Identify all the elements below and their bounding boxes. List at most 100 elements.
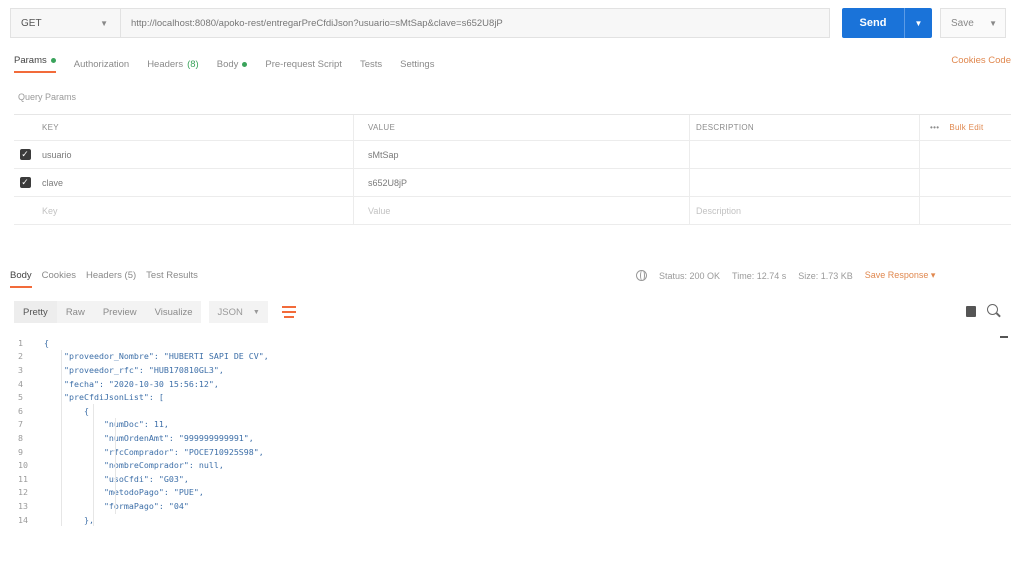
- description-placeholder[interactable]: Description: [690, 197, 920, 224]
- globe-icon[interactable]: [636, 270, 647, 281]
- code-line: 11 "usoCfdi": "G03",: [14, 472, 994, 486]
- code-line: 14 },: [14, 513, 994, 527]
- row-checkbox[interactable]: ✓: [14, 141, 36, 168]
- copy-icon[interactable]: [966, 306, 976, 317]
- tab-response-cookies[interactable]: Cookies: [42, 270, 76, 288]
- bulk-edit-link[interactable]: Bulk Edit: [949, 123, 983, 132]
- more-icon[interactable]: •••: [930, 123, 939, 132]
- send-button[interactable]: Send ▼: [842, 8, 932, 38]
- tab-test-results[interactable]: Test Results: [146, 270, 198, 288]
- chevron-down-icon[interactable]: ▼: [989, 19, 997, 28]
- line-number: 10: [18, 460, 28, 471]
- param-key[interactable]: clave: [36, 169, 354, 196]
- tab-headers[interactable]: Headers (8): [147, 55, 199, 73]
- line-number: 5: [18, 392, 23, 403]
- code-text: {: [44, 405, 89, 416]
- tab-count: (8): [187, 58, 199, 70]
- tab-body[interactable]: Body: [217, 55, 248, 73]
- format-preview[interactable]: Preview: [93, 301, 146, 323]
- code-line: 7 "numDoc": 11,: [14, 418, 994, 432]
- param-value[interactable]: s652U8jP: [354, 169, 690, 196]
- tab-label: Params: [14, 55, 47, 66]
- code-line: 10 "nombreComprador": null,: [14, 458, 994, 472]
- line-number: 8: [18, 432, 23, 443]
- search-icon[interactable]: [987, 304, 998, 315]
- line-number: 2: [18, 351, 23, 362]
- format-raw[interactable]: Raw: [56, 301, 94, 323]
- table-row-new: Key Value Description: [14, 197, 1011, 225]
- code-text: "formaPago": "04": [44, 500, 189, 511]
- tab-response-headers[interactable]: Headers (5): [86, 270, 136, 288]
- response-toolbar: Pretty Raw Preview Visualize JSON ▼: [14, 300, 300, 324]
- param-description[interactable]: [690, 141, 920, 168]
- param-value[interactable]: sMtSap: [354, 141, 690, 168]
- code-text: "numOrdenAmt": "999999999991",: [44, 432, 254, 443]
- value-placeholder[interactable]: Value: [354, 197, 690, 224]
- code-text: "proveedor_rfc": "HUB170810GL3",: [44, 364, 224, 375]
- code-line: 12 "metodoPago": "PUE",: [14, 486, 994, 500]
- line-number: 11: [18, 473, 28, 484]
- query-params-title: Query Params: [18, 92, 77, 102]
- tab-label: Authorization: [73, 58, 130, 70]
- row-actions: [920, 141, 1011, 168]
- params-table: KEY VALUE DESCRIPTION ••• Bulk Edit ✓ us…: [14, 114, 1011, 225]
- code-line: 3 "proveedor_rfc": "HUB170810GL3",: [14, 363, 994, 377]
- save-response-button[interactable]: Save Response ▾: [865, 270, 936, 281]
- code-text: "usoCfdi": "G03",: [44, 473, 189, 484]
- collapse-arrow-icon[interactable]: [1000, 336, 1008, 338]
- row-checkbox[interactable]: ✓: [14, 169, 36, 196]
- format-pretty[interactable]: Pretty: [14, 301, 57, 323]
- tab-label: Pre-request Script: [265, 58, 342, 70]
- request-tabs: Params Authorization Headers (8) Body Pr…: [14, 55, 452, 73]
- save-label: Save: [951, 17, 974, 29]
- code-line: 8 "numOrdenAmt": "999999999991",: [14, 431, 994, 445]
- code-lines: 1{2 "proveedor_Nombre": "HUBERTI SAPI DE…: [14, 336, 994, 526]
- param-description[interactable]: [690, 169, 920, 196]
- line-number: 3: [18, 364, 23, 375]
- line-number: 9: [18, 446, 23, 457]
- check-icon: ✓: [19, 149, 31, 160]
- header-description: DESCRIPTION: [690, 115, 920, 140]
- language-select[interactable]: JSON ▼: [209, 301, 268, 323]
- code-line: 13 "formaPago": "04": [14, 499, 994, 513]
- save-button[interactable]: Save ▼: [940, 8, 1006, 38]
- code-text: },: [44, 514, 94, 525]
- format-visualize[interactable]: Visualize: [145, 301, 202, 323]
- code-text: "proveedor_Nombre": "HUBERTI SAPI DE CV"…: [44, 351, 269, 362]
- cookies-code-links[interactable]: Cookies Code: [951, 55, 1011, 66]
- table-header-row: KEY VALUE DESCRIPTION ••• Bulk Edit: [14, 115, 1011, 141]
- code-text: "metodoPago": "PUE",: [44, 487, 204, 498]
- header-actions: ••• Bulk Edit: [920, 115, 1011, 140]
- header-key: KEY: [36, 115, 354, 140]
- code-line: 9 "rfcComprador": "POCE710925S98",: [14, 445, 994, 459]
- status-dot-icon: [242, 61, 248, 67]
- time-text: Time: 12.74 s: [732, 270, 787, 281]
- param-key[interactable]: usuario: [36, 141, 354, 168]
- indent-guide: [93, 404, 94, 526]
- status-dot-icon: [50, 58, 56, 63]
- chevron-down-icon: ▼: [252, 308, 260, 316]
- tab-settings[interactable]: Settings: [400, 55, 434, 73]
- tab-params[interactable]: Params: [14, 55, 56, 73]
- row-actions: [920, 169, 1011, 196]
- chevron-down-icon: ▼: [100, 18, 108, 28]
- code-line: 4 "fecha": "2020-10-30 15:56:12",: [14, 377, 994, 391]
- code-text: "nombreComprador": null,: [44, 460, 224, 471]
- line-number: 4: [18, 378, 23, 389]
- request-bar: GET ▼ http://localhost:8080/apoko-rest/e…: [10, 8, 830, 38]
- url-input[interactable]: http://localhost:8080/apoko-rest/entrega…: [121, 18, 829, 29]
- tab-tests[interactable]: Tests: [360, 55, 382, 73]
- tab-response-body[interactable]: Body: [10, 270, 32, 288]
- size-text: Size: 1.73 KB: [798, 270, 853, 281]
- key-placeholder[interactable]: Key: [36, 197, 354, 224]
- status-text: Status: 200 OK: [659, 270, 721, 281]
- line-number: 12: [18, 487, 28, 498]
- send-options-chevron-icon[interactable]: ▼: [904, 8, 932, 38]
- method-select[interactable]: GET ▼: [11, 9, 121, 37]
- tab-authorization[interactable]: Authorization: [74, 55, 129, 73]
- code-line: 1{: [14, 336, 994, 350]
- tab-pre-request-script[interactable]: Pre-request Script: [265, 55, 342, 73]
- method-label: GET: [21, 17, 42, 29]
- response-body-code[interactable]: 1{2 "proveedor_Nombre": "HUBERTI SAPI DE…: [14, 336, 994, 526]
- wrap-lines-icon[interactable]: [278, 301, 300, 323]
